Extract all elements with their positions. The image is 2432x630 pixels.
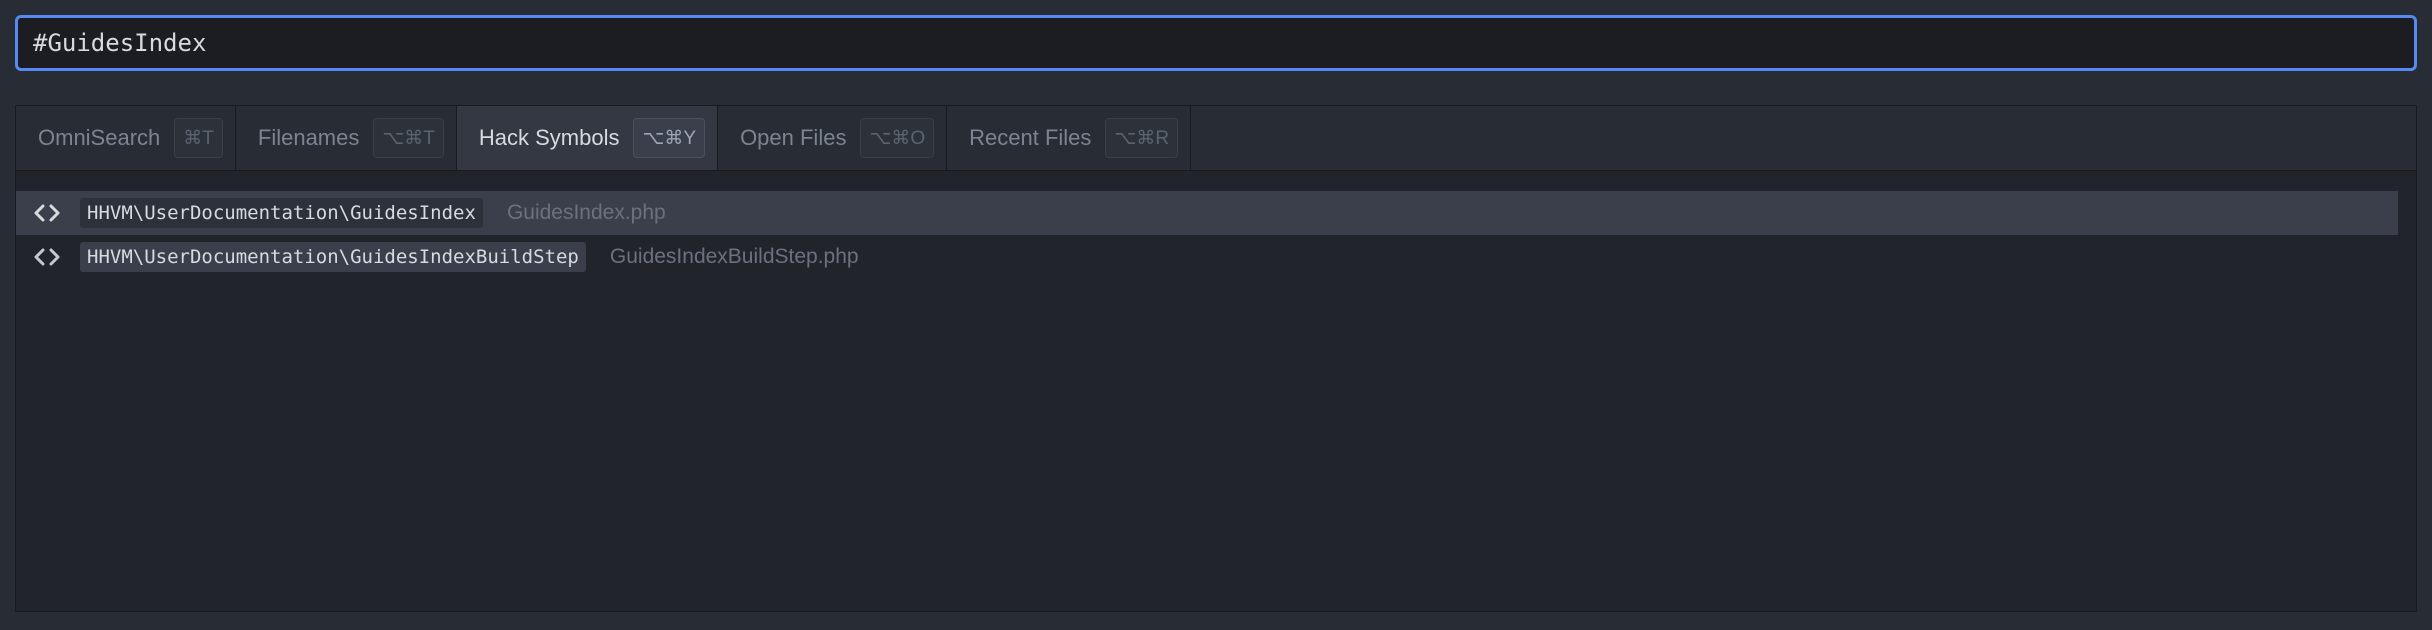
- shortcut-badge: ⌥⌘R: [1105, 118, 1179, 158]
- tab-label: Open Files: [740, 125, 847, 150]
- results-list: HHVM\UserDocumentation\GuidesIndex Guide…: [16, 191, 2416, 279]
- tab-open-files[interactable]: Open Files ⌥⌘O: [718, 106, 948, 170]
- tab-label: Recent Files: [969, 125, 1092, 150]
- symbol-name: HHVM\UserDocumentation\GuidesIndex: [80, 198, 483, 228]
- tab-filenames[interactable]: Filenames ⌥⌘T: [236, 106, 457, 170]
- search-input[interactable]: [33, 18, 2414, 68]
- shortcut-badge: ⌥⌘O: [860, 118, 935, 158]
- shortcut-badge: ⌥⌘T: [373, 118, 444, 158]
- file-name: GuidesIndexBuildStep.php: [609, 245, 859, 268]
- tab-label: OmniSearch: [38, 125, 161, 150]
- code-icon: [32, 246, 68, 268]
- tab-recent-files[interactable]: Recent Files ⌥⌘R: [947, 106, 1192, 170]
- list-item[interactable]: HHVM\UserDocumentation\GuidesIndexBuildS…: [16, 235, 2398, 279]
- shortcut-badge: ⌥⌘Y: [633, 118, 706, 158]
- search-box[interactable]: [15, 15, 2417, 71]
- list-item[interactable]: HHVM\UserDocumentation\GuidesIndex Guide…: [16, 191, 2398, 235]
- tab-label: Filenames: [257, 125, 360, 150]
- tab-label: Hack Symbols: [478, 125, 620, 150]
- shortcut-badge: ⌘T: [174, 118, 223, 158]
- tab-hack-symbols[interactable]: Hack Symbols ⌥⌘Y: [456, 106, 719, 170]
- tab-bar: OmniSearch ⌘T Filenames ⌥⌘T Hack Symbols…: [16, 106, 2416, 171]
- results-panel: OmniSearch ⌘T Filenames ⌥⌘T Hack Symbols…: [15, 105, 2417, 612]
- file-name: GuidesIndex.php: [506, 201, 666, 224]
- code-icon: [32, 202, 68, 224]
- symbol-name: HHVM\UserDocumentation\GuidesIndexBuildS…: [80, 242, 586, 272]
- tab-omnisearch[interactable]: OmniSearch ⌘T: [16, 106, 236, 170]
